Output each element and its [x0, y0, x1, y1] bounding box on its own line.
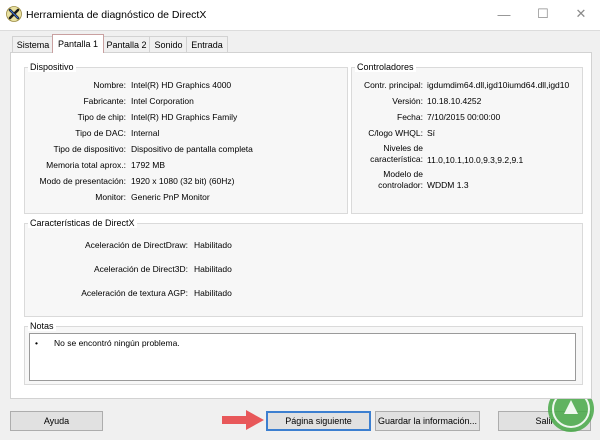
notes-title: Notas: [28, 321, 56, 331]
next-page-button[interactable]: Página siguiente: [266, 411, 371, 431]
device-type-value: Dispositivo de pantalla completa: [131, 144, 253, 154]
date-value: 7/10/2015 00:00:00: [427, 112, 501, 122]
driver-model-label: Modelo de controlador:: [378, 169, 423, 190]
manufacturer-value: Intel Corporation: [131, 96, 194, 106]
tab-pantalla-2[interactable]: Pantalla 2: [102, 36, 151, 53]
directdraw-accel-label: Aceleración de DirectDraw:: [85, 240, 188, 250]
save-information-button-label: Guardar la información...: [377, 416, 478, 426]
display-mode-label: Modo de presentación:: [39, 176, 126, 186]
device-type-label: Tipo de dispositivo:: [53, 144, 126, 154]
device-name-value: Intel(R) HD Graphics 4000: [131, 80, 232, 90]
tab-label: Sistema: [16, 40, 50, 50]
chip-type-label: Tipo de chip:: [77, 112, 126, 122]
monitor-label: Monitor:: [95, 192, 126, 202]
save-information-button[interactable]: Guardar la información...: [375, 411, 480, 431]
tab-entrada[interactable]: Entrada: [186, 36, 228, 53]
date-label: Fecha:: [397, 112, 423, 122]
tab-label: Entrada: [191, 40, 223, 50]
drivers-group-title: Controladores: [355, 62, 416, 72]
feature-levels-value: 11.0,10.1,10.0,9.3,9.2,9.1: [427, 155, 524, 165]
maximize-icon: ☐: [537, 6, 549, 21]
tab-sonido[interactable]: Sonido: [149, 36, 188, 53]
directx-features-title: Características de DirectX: [28, 218, 137, 228]
chip-type-value: Intel(R) HD Graphics Family: [131, 112, 238, 122]
directx-app-icon: [6, 6, 22, 22]
feature-levels-label: Niveles de característica:: [370, 143, 423, 164]
tab-panel-pantalla-1: Dispositivo Nombre: Intel(R) HD Graphics…: [10, 52, 592, 399]
whql-value: Sí: [427, 128, 436, 138]
minimize-button[interactable]: —: [486, 0, 522, 28]
directdraw-accel-value: Habilitado: [194, 240, 232, 250]
manufacturer-label: Fabricante:: [83, 96, 126, 106]
window-title: Herramienta de diagnóstico de DirectX: [26, 9, 207, 21]
main-driver-label: Contr. principal:: [363, 80, 423, 90]
annotation-arrow-icon: [222, 410, 264, 430]
tab-label: Pantalla 2: [106, 40, 147, 50]
minimize-icon: —: [497, 6, 511, 22]
main-driver-value: igdumdim64.dll,igd10iumd64.dll,igd10: [427, 80, 570, 90]
maximize-button[interactable]: ☐: [525, 0, 561, 28]
notes-bullet: •: [35, 338, 38, 348]
tab-label: Pantalla 1: [57, 39, 99, 49]
version-label: Versión:: [392, 96, 423, 106]
agp-texture-accel-value: Habilitado: [194, 288, 232, 298]
device-name-label: Nombre:: [93, 80, 126, 90]
direct3d-accel-label: Aceleración de Direct3D:: [93, 264, 188, 274]
notes-item: No se encontró ningún problema.: [54, 338, 180, 348]
help-button-label: Ayuda: [43, 416, 70, 426]
device-group-title: Dispositivo: [28, 62, 76, 72]
next-page-button-label: Página siguiente: [285, 416, 352, 426]
tab-pantalla-1[interactable]: Pantalla 1: [52, 34, 104, 53]
dac-type-label: Tipo de DAC:: [75, 128, 126, 138]
display-mode-value: 1920 x 1080 (32 bit) (60Hz): [131, 176, 235, 186]
total-memory-label: Memoria total aprox.:: [46, 160, 126, 170]
agp-texture-accel-label: Aceleración de textura AGP:: [81, 288, 188, 298]
tab-label: Sonido: [154, 40, 183, 50]
total-memory-value: 1792 MB: [131, 160, 166, 170]
dac-type-value: Internal: [131, 128, 160, 138]
driver-model-value: WDDM 1.3: [427, 180, 469, 190]
close-button[interactable]: ✕: [563, 0, 599, 28]
whql-label: C/logo WHQL:: [368, 128, 423, 138]
monitor-value: Generic PnP Monitor: [131, 192, 210, 202]
help-button[interactable]: Ayuda: [10, 411, 103, 431]
close-icon: ✕: [575, 6, 587, 21]
version-value: 10.18.10.4252: [427, 96, 482, 106]
tab-sistema[interactable]: Sistema: [12, 36, 54, 53]
direct3d-accel-value: Habilitado: [194, 264, 232, 274]
